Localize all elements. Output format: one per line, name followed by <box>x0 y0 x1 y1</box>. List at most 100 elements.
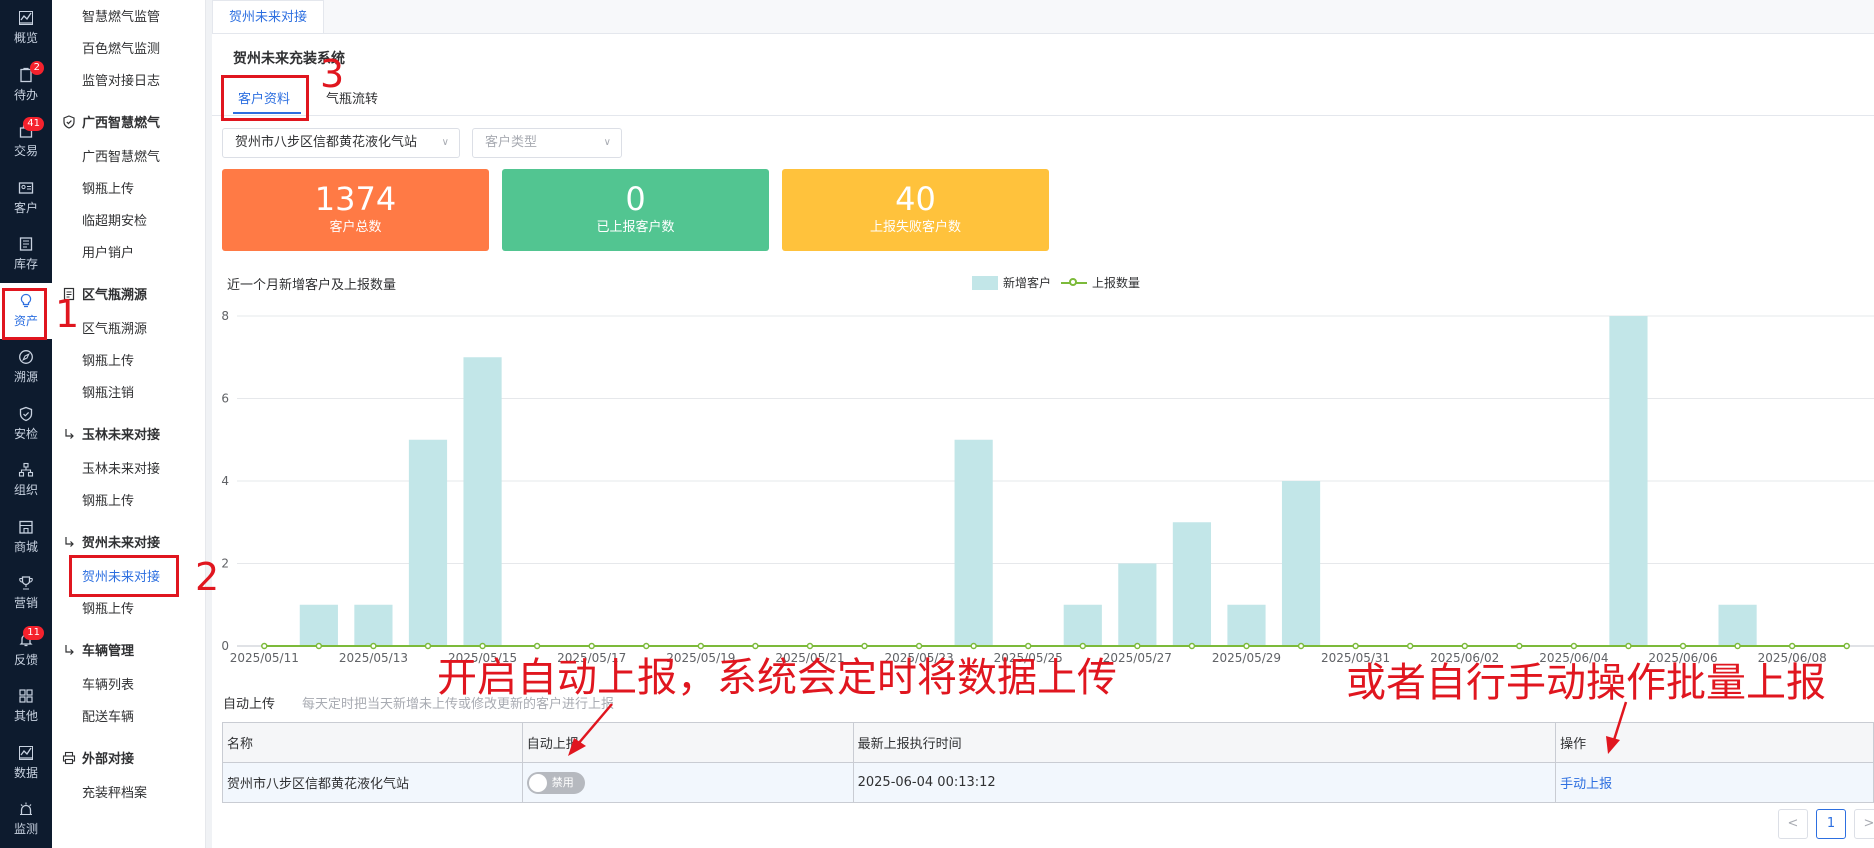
rail-item-13[interactable]: 数据 <box>0 735 52 791</box>
alarm-icon <box>18 801 34 817</box>
stat-value: 0 <box>625 180 646 218</box>
bar-new-customers <box>408 439 448 646</box>
rail-item-11[interactable]: 反馈 11 <box>0 622 52 678</box>
submenu-item-gas-supervision[interactable]: 智慧燃气监管 <box>82 6 160 25</box>
column-header-last-run: 最新上报执行时间 <box>852 722 1557 763</box>
submenu-group-hezhou[interactable]: 贺州未来对接 <box>62 532 160 551</box>
rail-item-12[interactable]: 其他 <box>0 678 52 734</box>
legend-swatch-line <box>1061 276 1087 290</box>
stat-total-customers: 1374 客户总数 <box>222 169 489 251</box>
return-icon <box>62 535 76 549</box>
rail-item-1[interactable]: 待办 2 <box>0 57 52 113</box>
auto-upload-label: 自动上传 <box>223 697 276 712</box>
annotation-text-manual-upload: 或者自行手动操作批量上报 <box>1346 660 1826 706</box>
station-select-value: 贺州市八步区信都黄花液化气站 <box>235 135 418 150</box>
rail-item-label: 交易 <box>13 144 38 158</box>
rail-item-8[interactable]: 组织 <box>0 452 52 508</box>
rail-item-label: 溯源 <box>13 370 38 384</box>
shield-icon <box>18 406 34 422</box>
rail-item-9[interactable]: 商城 <box>0 509 52 565</box>
point-reported <box>752 642 759 650</box>
point-reported <box>861 642 868 650</box>
bar-new-customers <box>1172 522 1212 646</box>
submenu-item-cylinder-upload[interactable]: 钢瓶上传 <box>82 598 134 617</box>
manual-report-link[interactable]: 手动上报 <box>1560 777 1612 792</box>
rail-badge: 41 <box>23 117 44 131</box>
legend-item-new-customers[interactable]: 新增客户 <box>972 274 1051 291</box>
submenu-item-cylinder-upload[interactable]: 钢瓶上传 <box>82 178 134 197</box>
submenu-item-yulin-connect[interactable]: 玉林未来对接 <box>82 458 160 477</box>
app-rail: 概览 待办 2 交易 41 客户 库存 资产 溯源 安检 组织 商城 营销 反馈 11 其他 数据 监测 <box>0 0 52 848</box>
rail-item-label: 待办 <box>13 87 38 102</box>
rail-item-6[interactable]: 溯源 <box>0 339 52 395</box>
point-reported <box>1024 642 1032 650</box>
chevron-down-icon: ∨ <box>441 137 449 148</box>
pager-page-1[interactable]: 1 <box>1816 809 1846 839</box>
submenu-item-user-cancel[interactable]: 用户销户 <box>82 242 134 261</box>
cell-last-run-time: 2025-06-04 00:13:12 <box>852 762 1557 803</box>
org-icon <box>18 462 34 478</box>
point-reported <box>643 642 650 650</box>
submenu-group-external[interactable]: 外部对接 <box>62 748 134 767</box>
rail-item-10[interactable]: 营销 <box>0 565 52 621</box>
customer-type-select[interactable]: 客户类型 ∨ <box>472 128 622 158</box>
point-reported <box>1679 642 1687 650</box>
stat-failed-customers: 40 上报失败客户数 <box>782 169 1049 251</box>
id-card-icon <box>18 180 34 196</box>
submenu-item-guangxi-gas[interactable]: 广西智慧燃气 <box>82 146 160 165</box>
rail-item-label: 组织 <box>13 483 38 497</box>
point-reported <box>1352 642 1359 650</box>
legend-item-reported[interactable]: 上报数量 <box>1061 274 1140 291</box>
point-reported <box>697 642 705 650</box>
submenu-item-cylinder-upload[interactable]: 钢瓶上传 <box>82 490 134 509</box>
bar-new-customers <box>299 604 338 646</box>
bar-new-customers <box>1063 604 1102 646</box>
y-tick-label: 6 <box>221 392 229 406</box>
submenu-item-cylinder-cancel[interactable]: 钢瓶注销 <box>82 382 134 401</box>
rail-item-0[interactable]: 概览 <box>0 0 52 56</box>
submenu-item-cylinder-upload[interactable]: 钢瓶上传 <box>82 350 134 369</box>
pager-prev-button[interactable]: < <box>1778 809 1808 839</box>
y-tick-label: 0 <box>221 639 229 653</box>
chart-icon <box>18 745 34 761</box>
rail-item-14[interactable]: 监测 <box>0 791 52 847</box>
point-reported <box>588 642 595 650</box>
submenu-item-baise-monitor[interactable]: 百色燃气监测 <box>82 38 160 57</box>
rail-item-3[interactable]: 客户 <box>0 170 52 226</box>
rail-badge: 2 <box>29 60 44 75</box>
rail-item-label: 商城 <box>13 539 38 554</box>
submenu-item-supervision-log[interactable]: 监管对接日志 <box>82 70 160 89</box>
printer-icon <box>62 751 76 765</box>
point-reported <box>915 642 923 650</box>
point-reported <box>806 642 814 650</box>
submenu-group-vehicles[interactable]: 车辆管理 <box>62 640 134 659</box>
submenu-group-label: 玉林未来对接 <box>82 428 161 443</box>
submenu-item-delivery-vehicles[interactable]: 配送车辆 <box>82 706 134 725</box>
cell-action: 手动上报 <box>1555 762 1874 803</box>
submenu-item-scale-archive[interactable]: 充装秤档案 <box>82 782 147 801</box>
chevron-down-icon: ∨ <box>603 137 611 148</box>
table-row: 贺州市八步区信都黄花液化气站 禁用 2025-06-04 00:13:12 手动… <box>222 762 1874 803</box>
submenu-group-guangxi[interactable]: 广西智慧燃气 <box>62 112 160 131</box>
auto-report-switch[interactable]: 禁用 <box>526 771 585 794</box>
station-select[interactable]: 贺州市八步区信都黄花液化气站 ∨ <box>222 128 460 158</box>
rail-item-2[interactable]: 交易 41 <box>0 113 52 169</box>
annotation-box-customer-tab <box>221 75 309 121</box>
submenu-group-label: 区气瓶溯源 <box>82 288 148 303</box>
page-tab-hezhou[interactable]: 贺州未来对接 <box>212 0 325 33</box>
submenu-item-overdue-inspection[interactable]: 临超期安检 <box>82 210 147 229</box>
annotation-text-auto-upload: 开启自动上报，系统会定时将数据上传 <box>437 655 1117 701</box>
submenu-group-label: 贺州未来对接 <box>82 536 161 551</box>
annotation-number-2: 2 <box>195 555 220 599</box>
submenu-group-yulin[interactable]: 玉林未来对接 <box>62 424 160 443</box>
rail-item-label: 数据 <box>13 765 38 780</box>
point-reported <box>370 642 377 650</box>
submenu-item-cylinder-trace[interactable]: 区气瓶溯源 <box>82 318 147 337</box>
rail-item-4[interactable]: 库存 <box>0 226 52 282</box>
rail-item-7[interactable]: 安检 <box>0 396 52 452</box>
submenu-item-vehicle-list[interactable]: 车辆列表 <box>82 674 134 693</box>
stat-value: 40 <box>895 180 936 218</box>
y-tick-label: 2 <box>221 557 229 571</box>
rail-item-label: 反馈 <box>13 652 38 667</box>
pager-next-button[interactable]: > <box>1854 809 1874 839</box>
